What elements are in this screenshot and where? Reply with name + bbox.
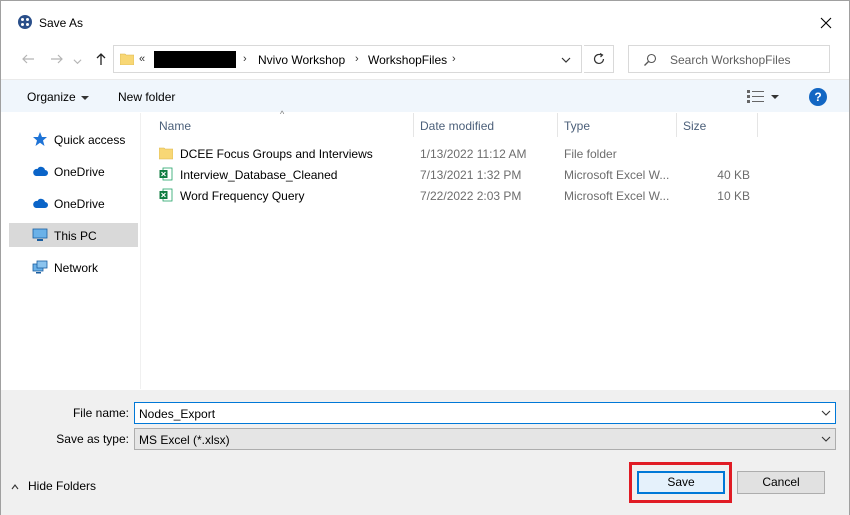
- file-name: Word Frequency Query: [180, 189, 305, 203]
- breadcrumb-separator-icon: ›: [452, 53, 456, 65]
- refresh-icon: [593, 52, 604, 65]
- up-arrow-icon: [96, 53, 106, 65]
- file-size: 40 KB: [717, 168, 750, 182]
- file-row[interactable]: Interview_Database_Cleaned 7/13/2021 1:3…: [153, 164, 803, 184]
- column-header-name[interactable]: Name: [159, 119, 191, 133]
- back-button[interactable]: [20, 51, 36, 67]
- file-size: 10 KB: [717, 189, 750, 203]
- hide-folders-button[interactable]: Hide Folders: [11, 479, 96, 493]
- file-name-label: File name:: [72, 406, 129, 420]
- sidebar-item-label: Network: [54, 261, 99, 275]
- chevron-down-icon: [73, 58, 81, 64]
- title-bar: Save As: [1, 1, 849, 41]
- breadcrumb-item[interactable]: WorkshopFiles: [368, 53, 447, 67]
- column-header-date-modified[interactable]: Date modified: [420, 119, 494, 133]
- sidebar-item-label: Quick access: [54, 133, 126, 147]
- chevron-down-icon[interactable]: [821, 408, 831, 418]
- close-icon: [820, 17, 832, 29]
- sidebar-item-network[interactable]: Network: [9, 255, 138, 279]
- sidebar-item-label: This PC: [54, 229, 97, 243]
- search-placeholder: Search WorkshopFiles: [670, 53, 791, 67]
- star-icon: [33, 132, 47, 146]
- file-date-modified: 1/13/2022 11:12 AM: [420, 147, 527, 161]
- redacted-path: [154, 51, 236, 68]
- file-name-field[interactable]: Nodes_Export: [134, 402, 836, 424]
- file-date-modified: 7/22/2022 2:03 PM: [420, 189, 522, 203]
- recent-locations-button[interactable]: [72, 53, 82, 69]
- save-as-type-select[interactable]: MS Excel (*.xlsx): [134, 428, 836, 450]
- navigation-pane: Quick access OneDrive OneDrive This PC N…: [9, 113, 139, 389]
- navigation-bar: « › Nvivo Workshop › WorkshopFiles › Sea…: [1, 41, 849, 77]
- help-button[interactable]: ?: [809, 88, 827, 106]
- close-button[interactable]: [803, 9, 849, 37]
- file-type: Microsoft Excel W...: [564, 168, 670, 182]
- column-divider[interactable]: [413, 113, 414, 137]
- cloud-icon: [33, 166, 48, 176]
- save-as-type-value: MS Excel (*.xlsx): [139, 433, 230, 447]
- sidebar-item-label: OneDrive: [54, 165, 105, 179]
- save-as-type-label: Save as type:: [56, 432, 129, 446]
- column-divider[interactable]: [557, 113, 558, 137]
- file-list: ^ Name Date modified Type Size DCEE Focu…: [141, 109, 841, 389]
- file-name: DCEE Focus Groups and Interviews: [180, 147, 373, 161]
- refresh-button[interactable]: [584, 45, 614, 73]
- breadcrumb-item[interactable]: Nvivo Workshop: [258, 53, 345, 67]
- excel-file-icon: [159, 188, 173, 202]
- file-row[interactable]: DCEE Focus Groups and Interviews 1/13/20…: [153, 143, 803, 163]
- search-icon: [644, 53, 657, 66]
- overflow-chevron[interactable]: «: [139, 53, 145, 65]
- forward-arrow-icon: [51, 54, 63, 64]
- organize-label: Organize: [27, 90, 76, 104]
- save-button[interactable]: Save: [637, 471, 725, 494]
- save-as-dialog: Save As « › Nvivo Workshop › WorkshopFil…: [0, 0, 850, 515]
- folder-icon: [120, 53, 134, 65]
- column-header-type[interactable]: Type: [564, 119, 590, 133]
- cancel-button[interactable]: Cancel: [737, 471, 825, 494]
- command-toolbar: Organize New folder ?: [1, 79, 849, 112]
- sidebar-item-this-pc[interactable]: This PC: [9, 223, 138, 247]
- column-header-size[interactable]: Size: [683, 119, 706, 133]
- back-arrow-icon: [22, 54, 34, 64]
- folder-icon: [159, 147, 173, 160]
- sidebar-item-onedrive[interactable]: OneDrive: [9, 159, 138, 183]
- sidebar-item-onedrive[interactable]: OneDrive: [9, 191, 138, 215]
- address-bar[interactable]: « › Nvivo Workshop › WorkshopFiles ›: [113, 45, 582, 73]
- save-form: File name: Nodes_Export Save as type: MS…: [1, 390, 849, 515]
- hide-folders-label: Hide Folders: [28, 479, 97, 493]
- forward-button[interactable]: [49, 51, 65, 67]
- file-name-value: Nodes_Export: [139, 407, 216, 421]
- chevron-down-icon[interactable]: [771, 95, 779, 99]
- breadcrumb-separator-icon: ›: [355, 53, 359, 65]
- organize-menu-button[interactable]: Organize: [27, 90, 89, 104]
- network-icon: [32, 260, 48, 274]
- file-date-modified: 7/13/2021 1:32 PM: [420, 168, 522, 182]
- up-button[interactable]: [93, 51, 109, 67]
- chevron-down-icon: [821, 436, 831, 442]
- view-options-icon[interactable]: [745, 89, 767, 103]
- file-row[interactable]: Word Frequency Query 7/22/2022 2:03 PM M…: [153, 185, 803, 205]
- column-divider[interactable]: [676, 113, 677, 137]
- sort-ascending-icon: ^: [280, 109, 285, 119]
- excel-file-icon: [159, 167, 173, 181]
- breadcrumb-separator-icon: ›: [243, 53, 247, 65]
- chevron-down-icon: [80, 95, 89, 100]
- file-name: Interview_Database_Cleaned: [180, 168, 338, 182]
- sidebar-item-quick-access[interactable]: Quick access: [9, 127, 138, 151]
- chevron-up-icon: [11, 483, 19, 490]
- file-type: Microsoft Excel W...: [564, 189, 670, 203]
- computer-icon: [32, 228, 48, 241]
- cloud-icon: [33, 198, 48, 208]
- chevron-down-icon[interactable]: [558, 52, 574, 68]
- new-folder-button[interactable]: New folder: [118, 90, 175, 104]
- column-divider[interactable]: [757, 113, 758, 137]
- search-input[interactable]: Search WorkshopFiles: [628, 45, 830, 73]
- dialog-title: Save As: [39, 16, 84, 30]
- file-type: File folder: [564, 147, 617, 161]
- app-icon: [18, 15, 32, 29]
- sidebar-item-label: OneDrive: [54, 197, 105, 211]
